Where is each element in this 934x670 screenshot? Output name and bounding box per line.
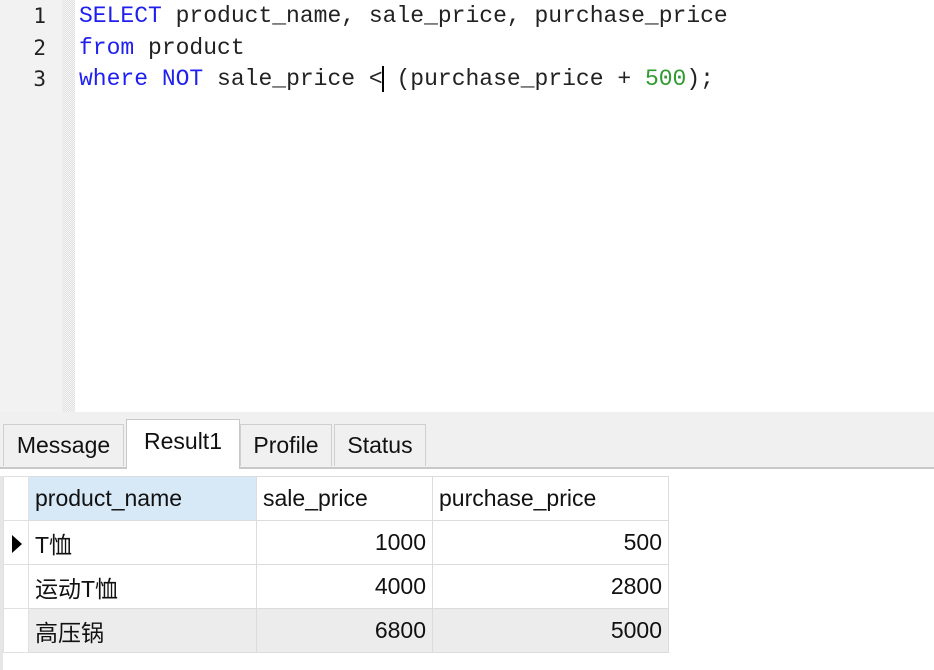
fold-margin [62,0,75,412]
line-number: 1 [33,4,46,28]
sql-keyword: SELECT [79,3,162,29]
code-line-2[interactable]: from product [79,32,245,64]
column-header-purchase-price[interactable]: purchase_price [432,476,669,521]
cell-product-name[interactable]: T恤 [28,520,257,565]
line-number: 3 [33,67,46,91]
row-indicator-header [3,476,29,521]
tab-result1[interactable]: Result1 [126,419,240,469]
tab-status[interactable]: Status [334,424,426,466]
row-indicator[interactable] [3,564,29,609]
cell-sale-price[interactable]: 6800 [256,608,433,653]
sql-text: product [134,35,245,61]
column-header-product-name[interactable]: product_name [28,476,257,521]
sql-editor[interactable]: 1 2 3 SELECT product_name, sale_price, p… [0,0,934,412]
cell-sale-price[interactable]: 4000 [256,564,433,609]
sql-keyword: from [79,35,135,61]
sql-keyword: NOT [161,66,204,92]
cell-purchase-price[interactable]: 500 [432,520,669,565]
code-line-3[interactable]: where NOT sale_price < (purchase_price +… [79,63,714,95]
cell-product-name[interactable]: 高压锅 [28,608,257,653]
row-pointer-icon [12,534,22,553]
sql-number: 500 [644,66,687,92]
cell-purchase-price[interactable]: 2800 [432,564,669,609]
sql-text: sale_price < [203,66,383,92]
sql-text: product_name, sale_price, purchase_price [161,3,728,29]
row-indicator[interactable] [3,520,29,565]
sql-text: ); [686,66,714,92]
cell-purchase-price[interactable]: 5000 [432,608,669,653]
grid-header-row: product_name sale_price purchase_price [3,476,669,521]
table-row[interactable]: T恤 1000 500 [3,520,669,565]
sql-keyword: where [79,66,149,92]
row-indicator[interactable] [3,608,29,653]
table-row[interactable]: 高压锅 6800 5000 [3,608,669,653]
tab-profile[interactable]: Profile [240,424,332,466]
sql-text: (purchase_price + [382,66,645,92]
table-row[interactable]: 运动T恤 4000 2800 [3,564,669,609]
tab-message[interactable]: Message [3,424,124,466]
column-header-sale-price[interactable]: sale_price [256,476,433,521]
line-number-gutter: 1 2 3 [0,0,62,412]
result-grid: product_name sale_price purchase_price T… [3,476,669,653]
cell-product-name[interactable]: 运动T恤 [28,564,257,609]
cell-sale-price[interactable]: 1000 [256,520,433,565]
line-number: 2 [33,36,46,60]
code-line-1[interactable]: SELECT product_name, sale_price, purchas… [79,0,728,32]
